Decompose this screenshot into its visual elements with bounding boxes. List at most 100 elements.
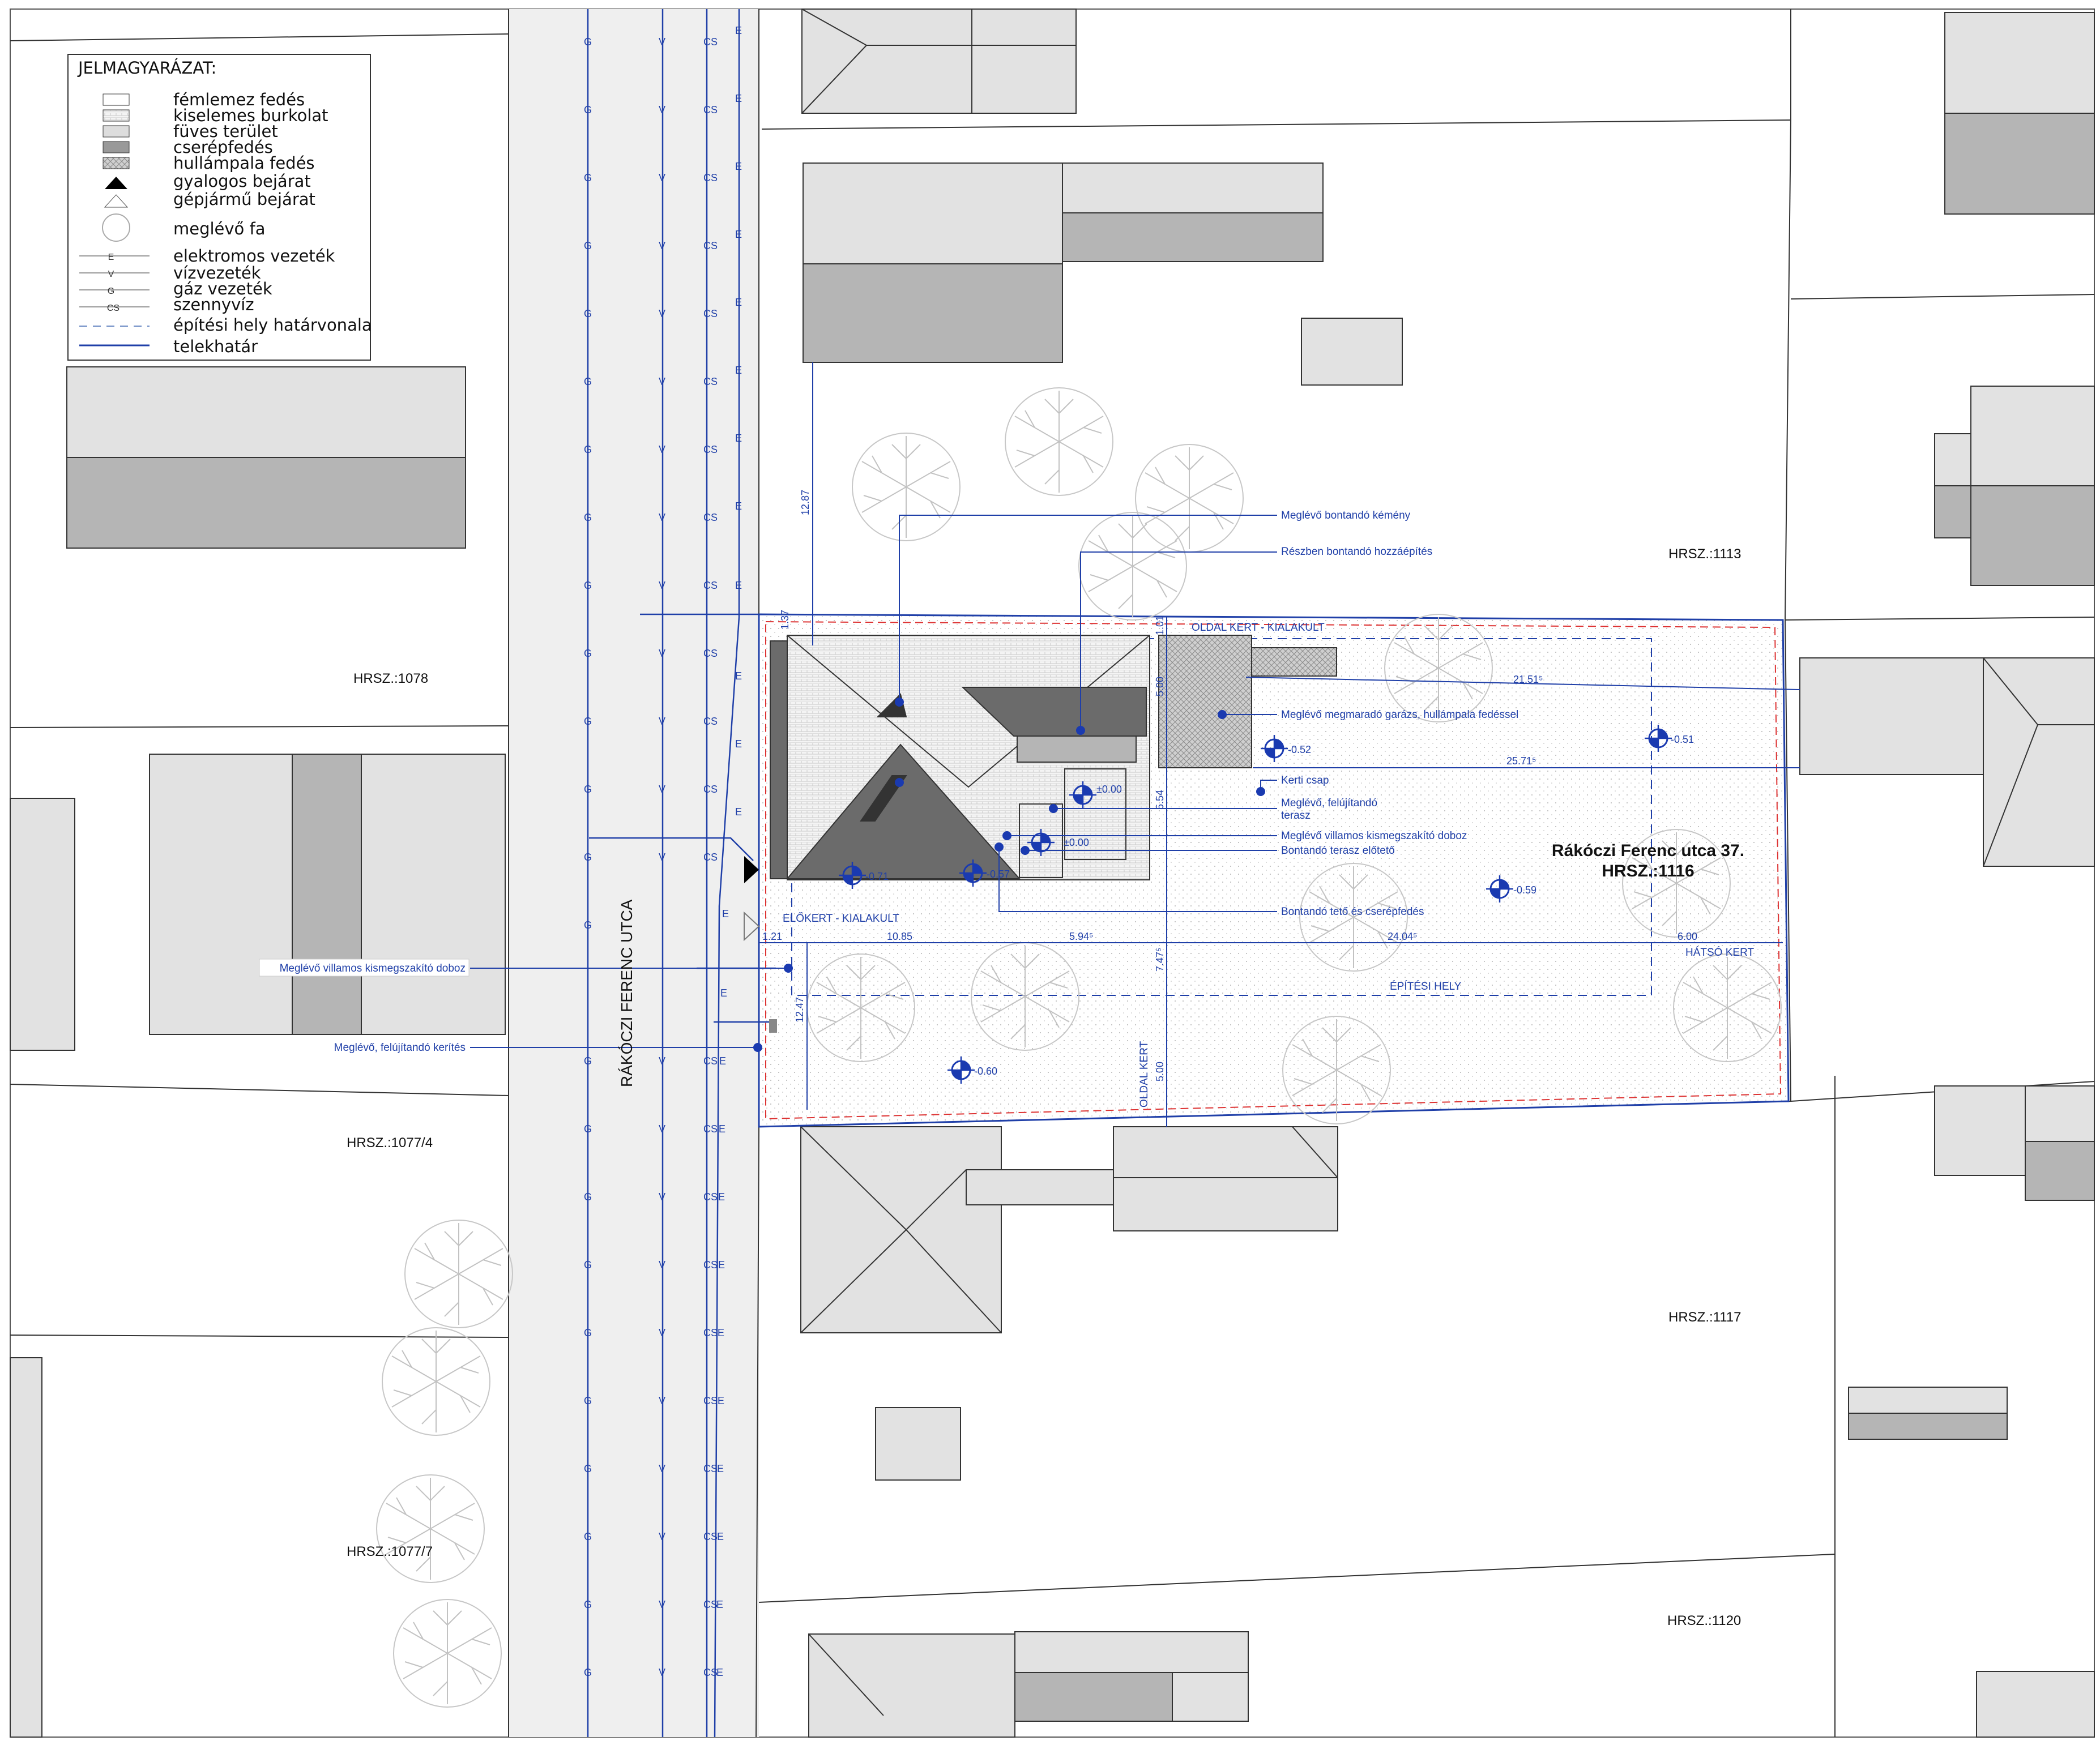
svg-text:V: V bbox=[659, 444, 665, 455]
svg-text:E: E bbox=[735, 161, 742, 172]
svg-text:V: V bbox=[659, 1123, 665, 1135]
level-label: ±0.00 bbox=[1064, 837, 1089, 848]
dimension-label: 10.85 bbox=[887, 931, 912, 942]
parcel-label: HRSZ.:1117 bbox=[1668, 1310, 1742, 1325]
level-label: -0.51 bbox=[1671, 734, 1694, 745]
dimension-label: 12.47 bbox=[794, 997, 805, 1023]
annotation-electric-box: Meglévő villamos kismegszakító doboz bbox=[1281, 830, 1467, 842]
svg-text:E: E bbox=[735, 670, 742, 682]
legend-title: JELMAGYARÁZAT: bbox=[77, 58, 216, 78]
annotation-terrace: Meglévő, felújítandó bbox=[1281, 797, 1377, 809]
legend-line-mark: E bbox=[108, 253, 114, 262]
svg-text:V: V bbox=[659, 1599, 665, 1610]
svg-text:G: G bbox=[584, 580, 592, 591]
svg-text:V: V bbox=[659, 36, 665, 48]
legend-line-mark: G bbox=[108, 286, 114, 296]
svg-text:CS: CS bbox=[703, 104, 718, 116]
svg-text:E: E bbox=[735, 580, 742, 591]
legend-item-label: hullámpala fedés bbox=[173, 153, 315, 173]
dimension-label: 5.00 bbox=[1154, 677, 1166, 696]
legend-item-label: gépjármű bejárat bbox=[173, 190, 315, 209]
annotation-terrace-canopy: Bontandó terasz előtető bbox=[1281, 845, 1395, 857]
svg-text:CS: CS bbox=[703, 1463, 718, 1474]
svg-text:E: E bbox=[719, 1123, 725, 1135]
dimension-label: 24.04⁵ bbox=[1388, 931, 1418, 942]
svg-text:G: G bbox=[584, 1259, 592, 1271]
svg-text:E: E bbox=[717, 1531, 724, 1542]
svg-text:G: G bbox=[584, 784, 592, 795]
svg-text:G: G bbox=[584, 716, 592, 727]
parcel-label: HRSZ.:1077/4 bbox=[347, 1135, 433, 1150]
svg-text:E: E bbox=[735, 738, 742, 750]
legend-item-label: meglévő fa bbox=[173, 219, 266, 238]
svg-text:V: V bbox=[659, 512, 665, 523]
svg-text:CS: CS bbox=[703, 172, 718, 183]
svg-text:V: V bbox=[659, 104, 665, 116]
zone-side-garden-vertical: OLDAL KERT bbox=[1138, 1041, 1150, 1107]
svg-text:E: E bbox=[718, 1395, 724, 1406]
svg-text:G: G bbox=[584, 1123, 592, 1135]
svg-text:E: E bbox=[716, 1667, 723, 1678]
annotation-garage: Meglévő megmaradó garázs, hullámpala fed… bbox=[1281, 709, 1518, 721]
svg-text:V: V bbox=[659, 172, 665, 183]
legend-item-label: telekhatár bbox=[173, 337, 258, 356]
svg-text:CS: CS bbox=[703, 648, 718, 659]
zone-front-garden: ELŐKERT - KIALAKULT bbox=[783, 912, 899, 925]
svg-text:V: V bbox=[659, 1667, 665, 1678]
svg-text:E: E bbox=[718, 1327, 724, 1338]
svg-text:E: E bbox=[718, 1259, 725, 1271]
annotation-chimney: Meglévő bontandó kémény bbox=[1281, 510, 1411, 521]
svg-text:V: V bbox=[659, 1531, 665, 1542]
svg-text:G: G bbox=[584, 1055, 592, 1067]
svg-text:G: G bbox=[584, 1667, 592, 1678]
svg-text:E: E bbox=[718, 1191, 725, 1203]
plot-address: Rákóczi Ferenc utca 37. bbox=[1552, 841, 1744, 860]
svg-text:V: V bbox=[659, 1327, 665, 1338]
svg-text:CS: CS bbox=[703, 580, 718, 591]
annotation-garden-tap: Kerti csap bbox=[1281, 775, 1329, 786]
svg-text:G: G bbox=[584, 1191, 592, 1203]
svg-text:E: E bbox=[722, 908, 729, 919]
south-buildings bbox=[800, 1126, 1338, 1738]
svg-text:G: G bbox=[584, 512, 592, 523]
svg-text:CS: CS bbox=[703, 1055, 718, 1067]
svg-text:E: E bbox=[735, 433, 742, 444]
street-name: RÁKÓCZI FERENC UTCA bbox=[618, 899, 635, 1087]
svg-text:CS: CS bbox=[703, 1123, 718, 1135]
legend-item-label: építési hely határvonala bbox=[173, 315, 372, 335]
svg-text:V: V bbox=[659, 1463, 665, 1474]
svg-text:E: E bbox=[735, 93, 742, 104]
svg-text:E: E bbox=[735, 365, 742, 376]
zone-rear-garden: HÁTSÓ KERT bbox=[1685, 946, 1754, 959]
level-label: -0.59 bbox=[1513, 884, 1536, 896]
plot-hrsz: HRSZ.:1116 bbox=[1602, 862, 1694, 880]
svg-text:CS: CS bbox=[703, 852, 718, 863]
svg-text:G: G bbox=[584, 240, 592, 251]
level-label: -0.52 bbox=[1288, 744, 1311, 755]
svg-text:V: V bbox=[659, 376, 665, 387]
svg-text:E: E bbox=[735, 297, 742, 308]
svg-text:V: V bbox=[659, 784, 665, 795]
svg-text:CS: CS bbox=[703, 1599, 718, 1610]
svg-text:G: G bbox=[584, 1395, 592, 1406]
svg-text:CS: CS bbox=[703, 240, 718, 251]
site-plan: GGGG GGGG GGGG GGGG GGGG GGGG VVVV VVVV … bbox=[10, 8, 2095, 1738]
main-house bbox=[770, 635, 1150, 880]
legend-item-label: elektromos vezeték bbox=[173, 246, 335, 266]
fence-post bbox=[769, 1019, 777, 1033]
svg-text:CS: CS bbox=[703, 512, 718, 523]
svg-text:CS: CS bbox=[703, 36, 718, 48]
svg-text:V: V bbox=[659, 716, 665, 727]
svg-text:G: G bbox=[584, 444, 592, 455]
svg-text:G: G bbox=[584, 1599, 592, 1610]
annotation-roof-tiles: Bontandó tető és cserépfedés bbox=[1281, 906, 1424, 918]
annotation-electric-box-street: Meglévő villamos kismegszakító doboz bbox=[280, 963, 466, 974]
level-label: ±0.00 bbox=[1096, 784, 1122, 795]
dimension-label: 5.94⁵ bbox=[1069, 931, 1094, 942]
svg-text:CS: CS bbox=[703, 716, 718, 727]
dimension-label: 6.00 bbox=[1678, 931, 1697, 942]
dimension-label: 21.51⁵ bbox=[1513, 674, 1543, 685]
legend-item-label: szennyvíz bbox=[173, 295, 254, 314]
svg-text:V: V bbox=[659, 308, 665, 319]
parcel-label: HRSZ.:1113 bbox=[1668, 546, 1742, 562]
